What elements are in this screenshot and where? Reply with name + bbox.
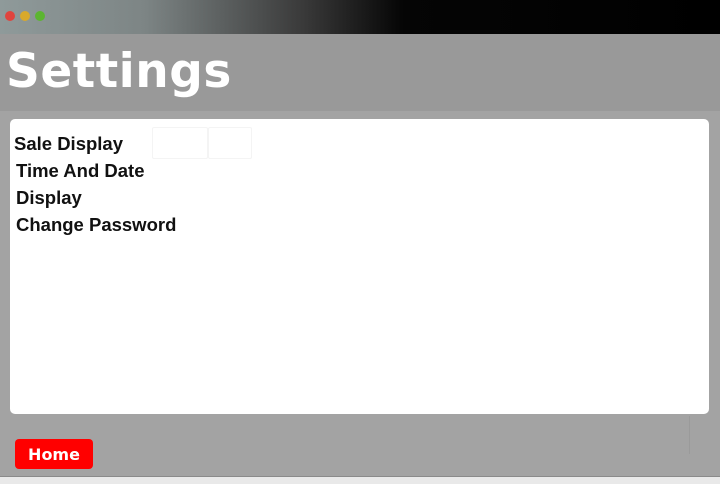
menu-item-change-password[interactable]: Change Password: [16, 214, 176, 236]
home-button[interactable]: Home: [15, 439, 93, 469]
panel-ghost-tab: [152, 127, 208, 159]
page-header: Settings: [0, 34, 720, 111]
page-title: Settings: [6, 44, 232, 99]
window-maximize-icon[interactable]: [35, 11, 45, 21]
bottom-strip: [0, 476, 720, 484]
panel-ghost-tab: [208, 127, 252, 159]
window-minimize-icon[interactable]: [20, 11, 30, 21]
divider: [689, 416, 690, 454]
window-titlebar: [0, 0, 720, 34]
window-close-icon[interactable]: [5, 11, 15, 21]
settings-menu-panel: Sale Display Time And Date Display Chang…: [10, 119, 709, 414]
menu-item-sale-display[interactable]: Sale Display: [14, 133, 123, 155]
menu-item-display[interactable]: Display: [16, 187, 82, 209]
content-area: Sale Display Time And Date Display Chang…: [0, 111, 720, 476]
menu-item-time-and-date[interactable]: Time And Date: [16, 160, 145, 182]
app-window: Settings Sale Display Time And Date Disp…: [0, 0, 720, 484]
